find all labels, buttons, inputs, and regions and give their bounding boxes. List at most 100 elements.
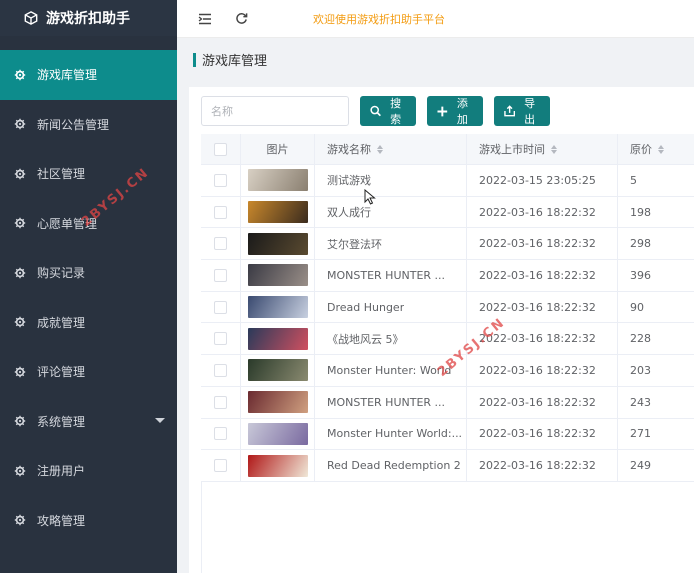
sort-icon[interactable] [377, 144, 383, 154]
games-table: 图片 游戏名称 游戏上市时间 原价 测试游戏 2022-03-15 23:05:2… [201, 134, 694, 573]
game-thumbnail[interactable] [247, 201, 308, 224]
sort-icon[interactable] [658, 144, 664, 154]
table-empty-space [201, 481, 694, 573]
row-price-cell: 228 [630, 332, 651, 346]
row-date-cell: 2022-03-16 18:22:32 [467, 386, 618, 418]
row-date-cell: 2022-03-16 18:22:32 [467, 355, 618, 386]
row-price-cell: 5 [630, 173, 637, 187]
game-name: Monster Hunter: World [327, 363, 452, 377]
header-price-label: 原价 [630, 143, 652, 156]
menu-toggle-icon[interactable] [197, 11, 213, 27]
export-button[interactable]: 导出 [494, 96, 550, 126]
row-image-cell [241, 165, 315, 196]
gear-icon [14, 465, 26, 476]
app-title: 游戏折扣助手 [46, 11, 130, 27]
game-thumbnail[interactable] [247, 359, 308, 382]
game-thumbnail[interactable] [247, 391, 308, 414]
table-row[interactable]: Dread Hunger 2022-03-16 18:22:32 90 [201, 291, 694, 324]
row-checkbox[interactable] [214, 300, 227, 314]
sort-icon[interactable] [551, 144, 557, 154]
row-check-cell [201, 450, 241, 481]
game-thumbnail[interactable] [247, 169, 308, 192]
row-image-cell [241, 291, 315, 323]
table-row[interactable]: 双人成行 2022-03-16 18:22:32 198 [201, 196, 694, 229]
header-check-cell [201, 134, 241, 164]
row-name-cell: 《战地风云 5》 [315, 323, 467, 355]
row-name-cell: MONSTER HUNTER ... [315, 386, 467, 418]
gear-icon [14, 317, 26, 328]
sidebar-item-0[interactable]: 游戏库管理 [0, 50, 177, 100]
row-name-cell: 双人成行 [315, 196, 467, 228]
row-name-cell: Red Dead Redemption 2 [315, 450, 467, 481]
game-thumbnail[interactable] [247, 327, 308, 350]
game-thumbnail[interactable] [247, 264, 308, 287]
sidebar-item-1[interactable]: 新闻公告管理 [0, 100, 177, 150]
sidebar-item-label: 攻略管理 [37, 513, 86, 528]
row-checkbox[interactable] [214, 395, 227, 409]
sidebar-item-8[interactable]: 注册用户 [0, 446, 177, 496]
mouse-cursor-icon [364, 189, 376, 205]
header-price[interactable]: 原价 [618, 134, 688, 164]
row-check-cell [201, 355, 241, 386]
table-row[interactable]: 艾尔登法环 2022-03-16 18:22:32 298 [201, 228, 694, 261]
gear-icon [14, 366, 26, 377]
game-thumbnail[interactable] [247, 454, 308, 477]
table-row[interactable]: Monster Hunter World:... 2022-03-16 18:22… [201, 418, 694, 451]
row-date-cell: 2022-03-16 18:22:32 [467, 291, 618, 323]
row-check-cell [201, 165, 241, 196]
game-name: Dread Hunger [327, 300, 405, 314]
sidebar-item-label: 评论管理 [37, 365, 86, 380]
row-price-cell: 203 [630, 363, 651, 377]
header-date[interactable]: 游戏上市时间 [467, 134, 618, 164]
row-checkbox[interactable] [214, 205, 227, 219]
sidebar-item-9[interactable]: 攻略管理 [0, 496, 177, 546]
row-price-cell: 243 [630, 395, 651, 409]
table-row[interactable]: 《战地风云 5》 2022-03-16 18:22:32 228 [201, 323, 694, 356]
row-image-cell [241, 386, 315, 418]
row-image-cell [241, 196, 315, 228]
table-row[interactable]: MONSTER HUNTER ... 2022-03-16 18:22:32 396 [201, 260, 694, 292]
sidebar-item-5[interactable]: 成就管理 [0, 298, 177, 348]
game-thumbnail[interactable] [247, 232, 308, 255]
row-date-cell: 2022-03-16 18:22:32 [467, 196, 618, 228]
export-button-label: 导出 [524, 97, 536, 126]
refresh-icon[interactable] [233, 11, 249, 27]
row-date-cell: 2022-03-16 18:22:32 [467, 418, 618, 450]
row-checkbox[interactable] [214, 173, 227, 187]
game-thumbnail[interactable] [247, 296, 308, 319]
game-thumbnail[interactable] [247, 422, 308, 445]
sidebar: 游戏折扣助手 游戏库管理 新闻公告管理 社区管理 心愿单管理 购买记录 成就管理 评论管理系… [0, 0, 177, 573]
search-icon [370, 105, 381, 117]
row-checkbox[interactable] [214, 237, 227, 251]
row-image-cell [241, 355, 315, 386]
sidebar-item-6[interactable]: 评论管理 [0, 347, 177, 397]
search-input[interactable] [201, 96, 349, 126]
select-all-checkbox[interactable] [214, 142, 227, 156]
row-price-cell: 396 [630, 268, 651, 282]
gear-icon [14, 515, 26, 526]
toolbar: 搜索 添加 导出 [201, 95, 550, 127]
cube-icon [24, 11, 38, 25]
game-name: 测试游戏 [327, 174, 371, 188]
row-checkbox[interactable] [214, 459, 227, 473]
game-name: 双人成行 [327, 206, 371, 220]
row-checkbox[interactable] [214, 332, 227, 346]
top-header: 欢迎使用游戏折扣助手平台 [177, 0, 694, 38]
row-checkbox[interactable] [214, 363, 227, 377]
sidebar-item-4[interactable]: 购买记录 [0, 248, 177, 298]
gear-icon [14, 267, 26, 278]
row-checkbox[interactable] [214, 427, 227, 441]
table-row[interactable]: 测试游戏 2022-03-15 23:05:25 5 [201, 165, 694, 197]
search-button[interactable]: 搜索 [360, 96, 416, 126]
table-row[interactable]: Red Dead Redemption 2 2022-03-16 18:22:32… [201, 450, 694, 482]
row-image-cell [241, 323, 315, 355]
sidebar-item-7[interactable]: 系统管理 [0, 397, 177, 447]
row-checkbox[interactable] [214, 268, 227, 282]
game-name: 《战地风云 5》 [327, 332, 404, 346]
header-name[interactable]: 游戏名称 [315, 134, 467, 164]
gear-icon [14, 69, 26, 80]
table-row[interactable]: MONSTER HUNTER ... 2022-03-16 18:22:32 243 [201, 386, 694, 419]
add-button[interactable]: 添加 [427, 96, 483, 126]
row-name-cell: Monster Hunter World:... [315, 418, 467, 450]
game-name: MONSTER HUNTER ... [327, 395, 446, 409]
